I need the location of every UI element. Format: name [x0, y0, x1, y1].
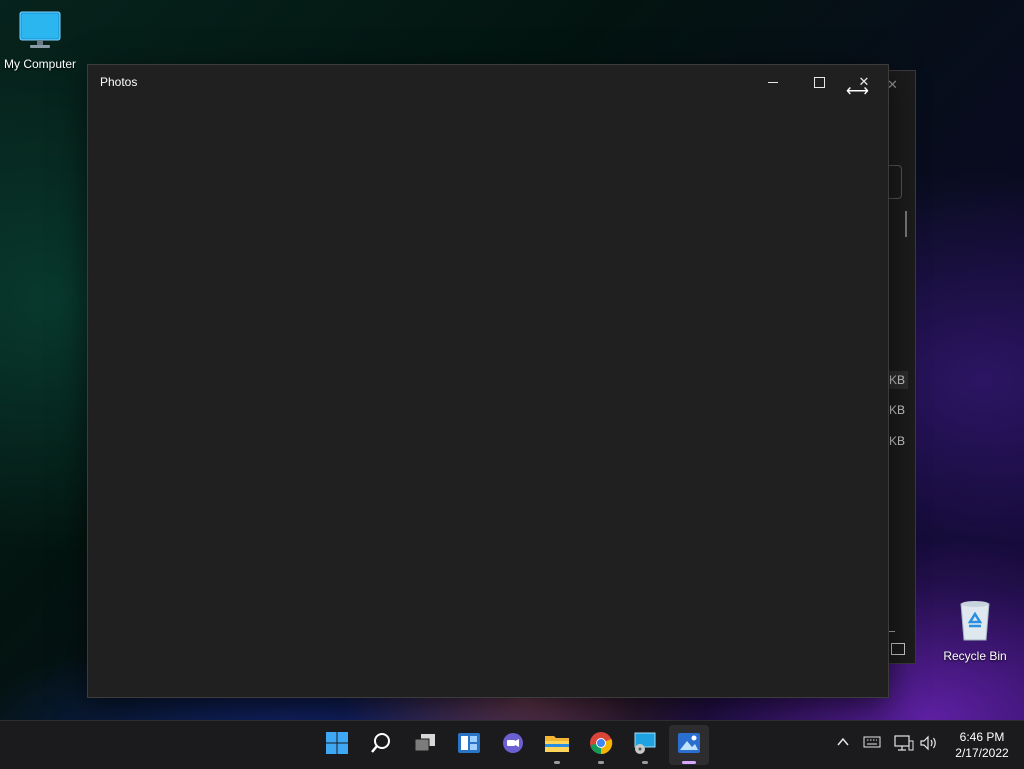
- desktop-icon-label: My Computer: [3, 57, 77, 71]
- file-size-cell: KB: [889, 403, 906, 417]
- recycle-bin-icon: [935, 598, 1015, 645]
- taskbar-task-view-button[interactable]: [405, 725, 445, 765]
- file-size-cell: KB: [886, 371, 909, 389]
- scrollbar[interactable]: [905, 211, 907, 237]
- taskbar-widgets-button[interactable]: [449, 725, 489, 765]
- window-title: Photos: [100, 75, 138, 89]
- desktop-icon-my-computer[interactable]: My Computer: [0, 10, 80, 71]
- monitor-icon: [0, 10, 80, 53]
- desktop-icon-label: Recycle Bin: [943, 649, 1007, 663]
- taskbar-chat-button[interactable]: [493, 725, 533, 765]
- taskbar-chrome-button[interactable]: [581, 725, 621, 765]
- folder-icon: [544, 732, 570, 759]
- running-indicator: [598, 761, 604, 764]
- chat-icon: [501, 731, 525, 760]
- active-indicator: [682, 761, 696, 764]
- keyboard-icon[interactable]: [863, 735, 881, 752]
- minimize-button[interactable]: [751, 67, 795, 97]
- taskbar: 6:46 PM 2/17/2022: [0, 720, 1024, 769]
- maximize-icon: [813, 76, 825, 88]
- taskbar-disk-management-button[interactable]: [625, 725, 665, 765]
- running-indicator: [554, 761, 560, 764]
- network-icon[interactable]: [894, 735, 914, 754]
- windows-start-icon: [325, 731, 349, 760]
- chrome-icon: [589, 731, 613, 760]
- widgets-icon: [457, 731, 481, 760]
- clock-time: 6:46 PM: [959, 730, 1005, 744]
- file-size-cell: KB: [889, 434, 906, 448]
- maximize-button[interactable]: [797, 67, 841, 97]
- search-icon: [370, 732, 392, 759]
- clock-date: 2/17/2022: [955, 746, 1009, 760]
- taskbar-photos-button[interactable]: [669, 725, 709, 765]
- view-toggle-icon[interactable]: [891, 643, 905, 655]
- system-clock[interactable]: 6:46 PM 2/17/2022: [944, 729, 1020, 761]
- taskbar-search-button[interactable]: [361, 725, 401, 765]
- photos-window[interactable]: Photos ✕ ⟷: [87, 64, 889, 698]
- taskbar-file-explorer-button[interactable]: [537, 725, 577, 765]
- taskbar-start-button[interactable]: [317, 725, 357, 765]
- running-indicator: [642, 761, 648, 764]
- minimize-icon: [768, 81, 778, 83]
- resize-cursor-icon: ⟷: [846, 83, 869, 100]
- chevron-up-icon[interactable]: [836, 735, 850, 752]
- photos-icon: [677, 731, 701, 760]
- disk-icon: [633, 731, 657, 760]
- task-view-icon: [413, 732, 437, 759]
- volume-icon[interactable]: [919, 735, 939, 754]
- desktop-icon-recycle-bin[interactable]: Recycle Bin: [935, 598, 1015, 663]
